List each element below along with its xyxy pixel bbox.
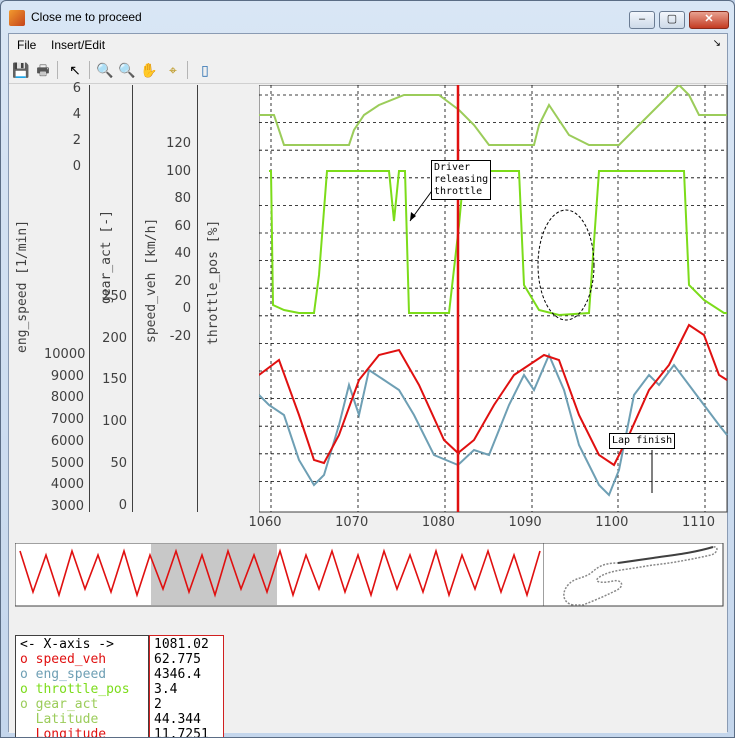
axis-tick-label: 2: [72, 133, 81, 148]
x-tick-label: 1110: [681, 515, 716, 530]
menu-file[interactable]: File: [17, 38, 36, 52]
xaxis-value: 1081.02: [154, 637, 209, 652]
close-button[interactable]: ✕: [689, 11, 729, 29]
throttle-axis-label: throttle_pos [%]: [206, 219, 221, 345]
x-tick-label: 1060: [248, 515, 282, 530]
axis-tick-label: 4000: [50, 477, 84, 493]
print-icon[interactable]: 🖶: [33, 60, 53, 80]
axis-tick-label: 80: [174, 191, 191, 206]
axis-tick-label: 20: [174, 273, 191, 289]
maximize-button[interactable]: ▢: [659, 11, 685, 29]
figure-client: File Insert/Edit ↘ 💾 🖶 ↖ 🔍 🔍 ✋ ⌖ ▯ eng_s…: [8, 33, 729, 737]
legend-row-value: 44.344: [154, 712, 201, 727]
legend-row-label[interactable]: o speed_veh: [20, 652, 144, 667]
matlab-icon: [9, 10, 25, 26]
zoom-out-icon[interactable]: 🔍: [117, 60, 137, 80]
annotation-text: Lap finish: [612, 435, 673, 446]
annotation-text: throttle: [434, 186, 483, 197]
xaxis-label: <- X-axis ->: [20, 637, 114, 652]
toolbar-separator: [89, 61, 90, 79]
annotation-text: releasing: [434, 174, 489, 185]
axis-tick-label: 40: [174, 246, 191, 261]
axis-tick-label: 4: [72, 107, 81, 122]
axis-tick-label: 7000: [50, 412, 84, 428]
menu-insert-edit[interactable]: Insert/Edit: [51, 38, 105, 52]
x-tick-label: 1080: [421, 515, 455, 530]
axis-tick-label: 6: [72, 81, 81, 96]
axis-tick-label: 150: [102, 372, 127, 388]
pan-icon[interactable]: ✋: [139, 60, 159, 80]
axis-tick-label: 8000: [50, 390, 84, 406]
window-title: Close me to proceed: [31, 10, 142, 24]
axis-tick-label: 10000: [44, 347, 86, 362]
overview-strip[interactable]: [15, 543, 545, 607]
speed-axis-line: [132, 85, 133, 512]
legend-row-value: 3.4: [154, 682, 178, 697]
legend-row-value: 2: [154, 697, 162, 712]
overview-selection-window[interactable]: [151, 544, 277, 605]
legend-row-label[interactable]: Latitude: [20, 712, 144, 727]
axis-tick-label: 60: [174, 218, 191, 234]
save-icon[interactable]: 💾: [11, 60, 31, 80]
zoom-in-icon[interactable]: 🔍: [95, 60, 115, 80]
axis-tick-label: 100: [166, 163, 191, 179]
axis-tick-label: 0: [72, 159, 81, 174]
minimize-button[interactable]: –: [629, 11, 655, 29]
legend-row-label[interactable]: Longitude: [20, 727, 144, 737]
legend-row-label[interactable]: o throttle_pos: [20, 682, 144, 697]
app-window: Close me to proceed – ▢ ✕ File Insert/Ed…: [0, 0, 735, 738]
lap-finish-annotation-box[interactable]: Lap finish: [609, 433, 676, 449]
axis-tick-label: 100: [102, 414, 127, 430]
toolbar-separator: [57, 61, 58, 79]
axis-tick-label: 250: [102, 289, 127, 304]
x-tick-label: 1070: [335, 515, 369, 530]
eng-speed-axis-label: eng_speed [1/min]: [15, 219, 30, 353]
axis-tick-label: 3000: [50, 498, 84, 514]
axis-tick-label: 50: [110, 455, 127, 471]
axis-tick-label: 5000: [50, 455, 84, 471]
x-tick-label: 1100: [595, 515, 629, 530]
toolbar-separator: [187, 61, 188, 79]
axis-tick-label: 9000: [50, 368, 84, 384]
driver-annotation-box[interactable]: Driver releasing throttle: [431, 160, 492, 200]
x-tick-label: 1090: [508, 515, 542, 530]
plot-area: eng_speed [1/min] gear_act [-] speed_veh…: [9, 81, 729, 737]
title-bar[interactable]: Close me to proceed – ▢ ✕: [1, 1, 734, 33]
axis-tick-label: 200: [102, 330, 127, 346]
colorbar-icon[interactable]: ▯: [195, 60, 215, 80]
axis-tick-label: -20: [169, 328, 191, 344]
track-map-background: [543, 543, 724, 607]
track-map[interactable]: [543, 543, 724, 607]
axis-tick-label: 0: [182, 301, 191, 316]
legend-values-panel: 1081.02 62.775 4346.4 3.4 2 44.344 11.7251: [149, 635, 224, 738]
axis-tick-label: 6000: [50, 433, 84, 449]
throttle-axis-line: [197, 85, 198, 512]
menu-bar: File Insert/Edit ↘: [9, 34, 727, 56]
pointer-icon[interactable]: ↖: [65, 60, 85, 80]
legend-row-value: 62.775: [154, 652, 201, 667]
legend-row-value: 11.7251: [154, 727, 209, 738]
legend-row-label[interactable]: o eng_speed: [20, 667, 144, 682]
toolbar: 💾 🖶 ↖ 🔍 🔍 ✋ ⌖ ▯: [9, 56, 727, 84]
legend-row-label[interactable]: o gear_act: [20, 697, 144, 712]
annotation-text: Driver: [434, 162, 471, 173]
axis-tick-label: 120: [166, 136, 191, 151]
menu-overflow-icon[interactable]: ↘: [713, 38, 721, 49]
data-cursor-icon[interactable]: ⌖: [163, 60, 183, 80]
legend-labels-panel: <- X-axis -> o speed_veh o eng_speed o thr…: [15, 635, 149, 737]
legend-row-value: 4346.4: [154, 667, 201, 682]
main-telemetry-plot[interactable]: [259, 85, 729, 517]
axis-tick-label: 0: [118, 497, 127, 513]
